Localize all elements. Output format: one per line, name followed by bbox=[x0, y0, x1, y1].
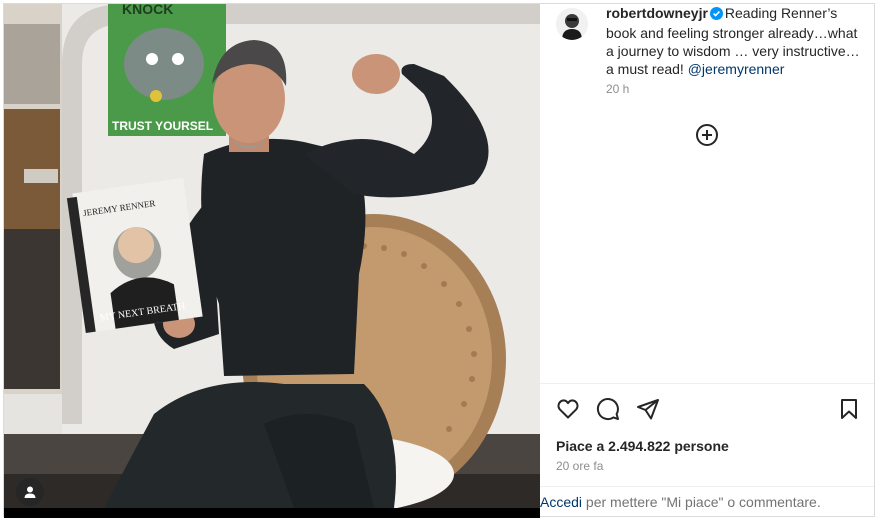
photo-illustration: KNOCK TRUST YOURSEL JEREMY RENNER MY NEX… bbox=[4, 4, 540, 508]
share-button[interactable] bbox=[636, 397, 662, 423]
poster-top-text: KNOCK bbox=[122, 4, 173, 17]
login-prompt: Accedi per mettere "Mi piace" o commenta… bbox=[540, 486, 874, 516]
verified-badge-icon bbox=[709, 6, 723, 24]
post-age: 20 ore fa bbox=[556, 459, 604, 473]
caption-time: 20 h bbox=[606, 82, 630, 96]
post-dialog: KNOCK TRUST YOURSEL JEREMY RENNER MY NEX… bbox=[3, 3, 875, 518]
user-tag-button[interactable] bbox=[16, 478, 44, 506]
author-avatar[interactable] bbox=[556, 8, 588, 40]
caption-mention-link[interactable]: @jeremyrenner bbox=[688, 61, 785, 77]
comment-button[interactable] bbox=[596, 397, 622, 423]
save-button[interactable] bbox=[837, 397, 863, 423]
plus-circle-icon bbox=[696, 124, 718, 146]
like-button[interactable] bbox=[556, 397, 582, 423]
heart-icon bbox=[557, 399, 579, 419]
load-more-comments-button[interactable] bbox=[694, 122, 720, 148]
post-photo[interactable]: KNOCK TRUST YOURSEL JEREMY RENNER MY NEX… bbox=[4, 4, 540, 508]
author-username[interactable]: robertdowneyjr bbox=[606, 5, 708, 21]
login-prompt-text: per mettere "Mi piace" o commentare. bbox=[582, 494, 821, 510]
post-side-panel: robertdowneyjr Reading Renner’s book and … bbox=[540, 4, 874, 516]
user-tag-icon bbox=[24, 486, 36, 498]
comment-icon bbox=[596, 398, 619, 421]
photo-bottom-bar bbox=[4, 508, 540, 518]
avatar-image bbox=[556, 8, 588, 40]
login-link[interactable]: Accedi bbox=[540, 494, 582, 510]
share-icon bbox=[637, 399, 659, 420]
actions-divider bbox=[540, 383, 874, 384]
post-caption: robertdowneyjr Reading Renner’s book and … bbox=[606, 4, 866, 78]
poster-bottom-text: TRUST YOURSEL bbox=[112, 119, 213, 133]
bookmark-icon bbox=[841, 399, 857, 419]
likes-count[interactable]: Piace a 2.494.822 persone bbox=[556, 438, 729, 454]
